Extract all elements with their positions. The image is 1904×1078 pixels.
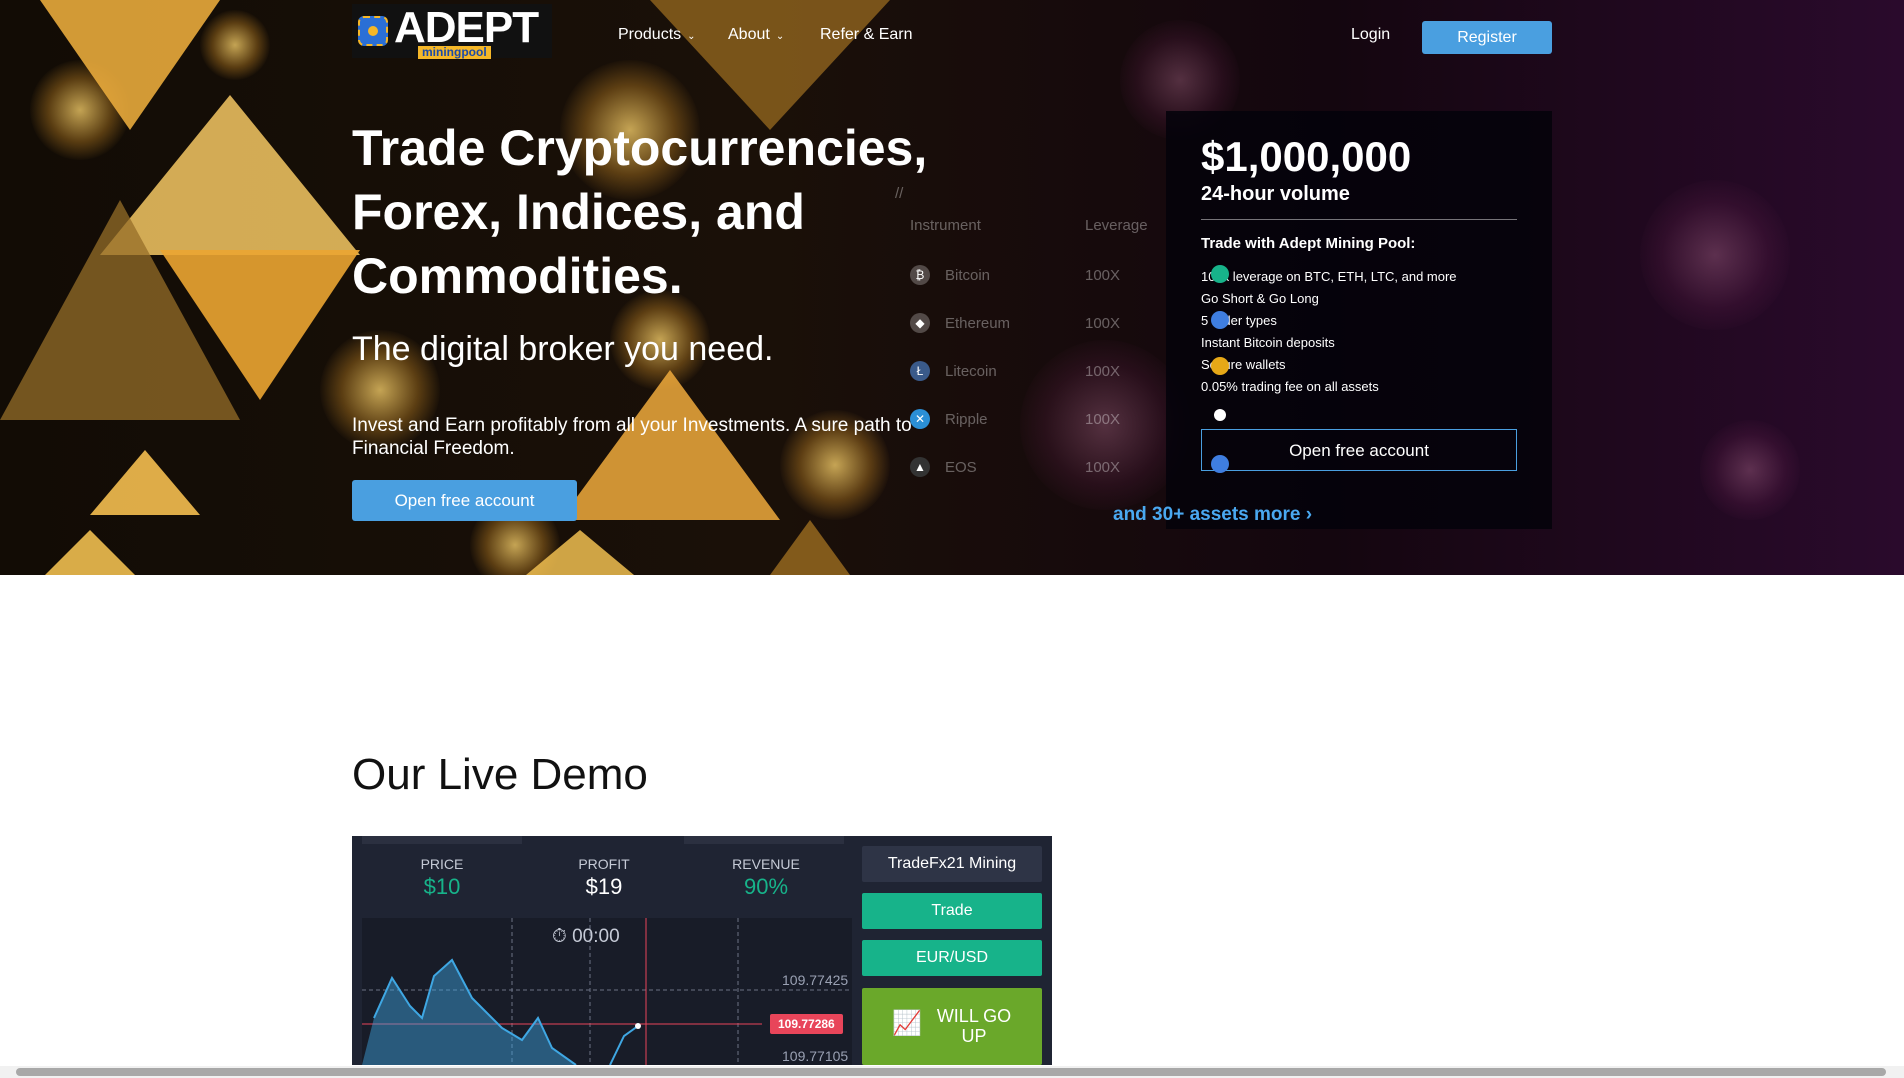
timer: ⏱ 00:00 <box>552 926 620 948</box>
price-area <box>362 960 576 1065</box>
tab-strip <box>684 836 844 844</box>
instrument-name: EOS <box>945 459 977 476</box>
hero-subheadline: The digital broker you need. <box>352 330 774 368</box>
table-row[interactable]: ✕ Ripple 100X <box>895 409 1195 433</box>
price-line <box>609 1025 639 1065</box>
price-value: $10 <box>423 874 461 899</box>
profit-value: $19 <box>585 874 623 899</box>
login-link[interactable]: Login <box>1351 26 1390 44</box>
chart-trend-icon <box>1211 455 1229 473</box>
divider <box>1201 219 1517 220</box>
trend-up-icon: 📈 <box>892 1010 922 1037</box>
ethereum-icon: ◆ <box>910 313 930 333</box>
hero-pitch: Invest and Earn profitably from all your… <box>352 415 912 459</box>
profit-label: PROFIT <box>578 856 630 872</box>
nav-about-label: About <box>728 26 770 43</box>
will-go-up-button[interactable]: 📈 WILL GO UP <box>862 988 1042 1065</box>
instrument-leverage: 100X <box>1085 363 1121 380</box>
price-stat: PRICE $10 <box>382 856 502 900</box>
nav-products-label: Products <box>618 26 682 43</box>
table-marker: // <box>895 185 904 202</box>
price-label: PRICE <box>420 856 464 872</box>
instrument-leverage: 100X <box>1085 411 1121 428</box>
revenue-value: 90% <box>743 874 789 899</box>
instrument-leverage: 100X <box>1085 267 1121 284</box>
nav-about[interactable]: About ⌄ <box>728 26 784 44</box>
register-button[interactable]: Register <box>1422 21 1552 54</box>
table-row[interactable]: ◆ Ethereum 100X <box>895 313 1195 337</box>
chart-trend-icon <box>1211 311 1229 329</box>
instrument-leverage: 100X <box>1085 315 1121 332</box>
tab-strip <box>362 836 522 844</box>
revenue-label: REVENUE <box>732 856 800 872</box>
scrollbar-thumb[interactable] <box>16 1068 1886 1076</box>
open-account-outline-button[interactable]: Open free account <box>1201 429 1517 471</box>
volume-label: 24-hour volume <box>1201 183 1350 205</box>
col-header-instrument: Instrument <box>910 217 981 234</box>
price-chart: ⏱ 00:00 109.77425 109.77286 109.77105 <box>362 918 852 1065</box>
oil-drop-icon <box>1214 409 1226 421</box>
triangle-shape <box>30 530 150 575</box>
col-header-leverage: Leverage <box>1085 217 1148 234</box>
feature-item: Go Short & Go Long <box>1201 291 1319 306</box>
table-row[interactable]: Ł Litecoin 100X <box>895 361 1195 385</box>
eos-icon: ▲ <box>910 457 930 477</box>
price-point <box>635 1023 641 1029</box>
bitcoin-icon: ₿ <box>910 265 930 285</box>
nav-products[interactable]: Products ⌄ <box>618 26 696 44</box>
table-row[interactable]: ₿ Bitcoin 100X <box>895 265 1195 289</box>
litecoin-icon: Ł <box>910 361 930 381</box>
instrument-name: Ripple <box>945 411 988 428</box>
logo-text: ADEPT <box>394 3 539 52</box>
horizontal-scrollbar[interactable] <box>0 1066 1904 1078</box>
trade-button[interactable]: Trade <box>862 893 1042 929</box>
instrument-name: Litecoin <box>945 363 997 380</box>
logo-subtitle: miningpool <box>418 46 491 59</box>
table-row[interactable]: ▲ EOS 100X <box>895 457 1195 481</box>
stopwatch-icon: ⏱ <box>552 926 573 947</box>
profit-stat: PROFIT $19 <box>544 856 664 900</box>
price-tick: 109.77425 <box>782 972 849 988</box>
triangle-shape <box>770 520 850 575</box>
current-price-badge: 109.77286 <box>770 1014 843 1034</box>
volume-panel: $1,000,000 24-hour volume Trade with Ade… <box>1166 111 1552 529</box>
price-tick: 109.77105 <box>782 1048 849 1064</box>
more-assets-link[interactable]: and 30+ assets more › <box>1113 504 1312 526</box>
ripple-icon: ✕ <box>910 409 930 429</box>
mining-select[interactable]: TradeFx21 Mining <box>862 846 1042 882</box>
gold-coins-icon <box>1211 357 1229 375</box>
top-nav: ADEPT miningpool Products ⌄ About ⌄ Refer … <box>0 0 1904 74</box>
triangle-shape <box>90 450 200 515</box>
instrument-name: Bitcoin <box>945 267 991 284</box>
feature-item: Instant Bitcoin deposits <box>1201 335 1335 350</box>
revenue-stat: REVENUE 90% <box>706 856 826 900</box>
live-demo-widget: PRICE $10 PROFIT $19 REVENUE 90% ⏱ 00:00… <box>352 836 1052 1065</box>
forex-icon <box>1211 265 1229 283</box>
triangle-shape <box>160 250 360 400</box>
chevron-down-icon: ⌄ <box>775 31 785 42</box>
bokeh-light <box>1640 180 1790 330</box>
hero-section: ADEPT miningpool Products ⌄ About ⌄ Refer … <box>0 0 1904 575</box>
timer-value: 00:00 <box>572 926 620 947</box>
chip-icon <box>358 16 388 46</box>
trade-with-heading: Trade with Adept Mining Pool: <box>1201 235 1416 252</box>
bokeh-light <box>1700 420 1800 520</box>
chevron-down-icon: ⌄ <box>687 31 696 42</box>
feature-item: 0.05% trading fee on all assets <box>1201 379 1379 394</box>
instrument-name: Ethereum <box>945 315 1011 332</box>
will-go-up-label: WILL GO UP <box>936 1006 1012 1046</box>
logo[interactable]: ADEPT miningpool <box>352 3 552 59</box>
instrument-leverage: 100X <box>1085 459 1121 476</box>
open-account-button[interactable]: Open free account <box>352 480 577 521</box>
pair-select[interactable]: EUR/USD <box>862 940 1042 976</box>
section-title: Our Live Demo <box>352 750 648 799</box>
nav-refer-earn[interactable]: Refer & Earn <box>820 26 912 44</box>
volume-value: $1,000,000 <box>1201 133 1412 180</box>
triangle-shape <box>520 530 640 575</box>
feature-item: 100x leverage on BTC, ETH, LTC, and more <box>1201 269 1457 284</box>
